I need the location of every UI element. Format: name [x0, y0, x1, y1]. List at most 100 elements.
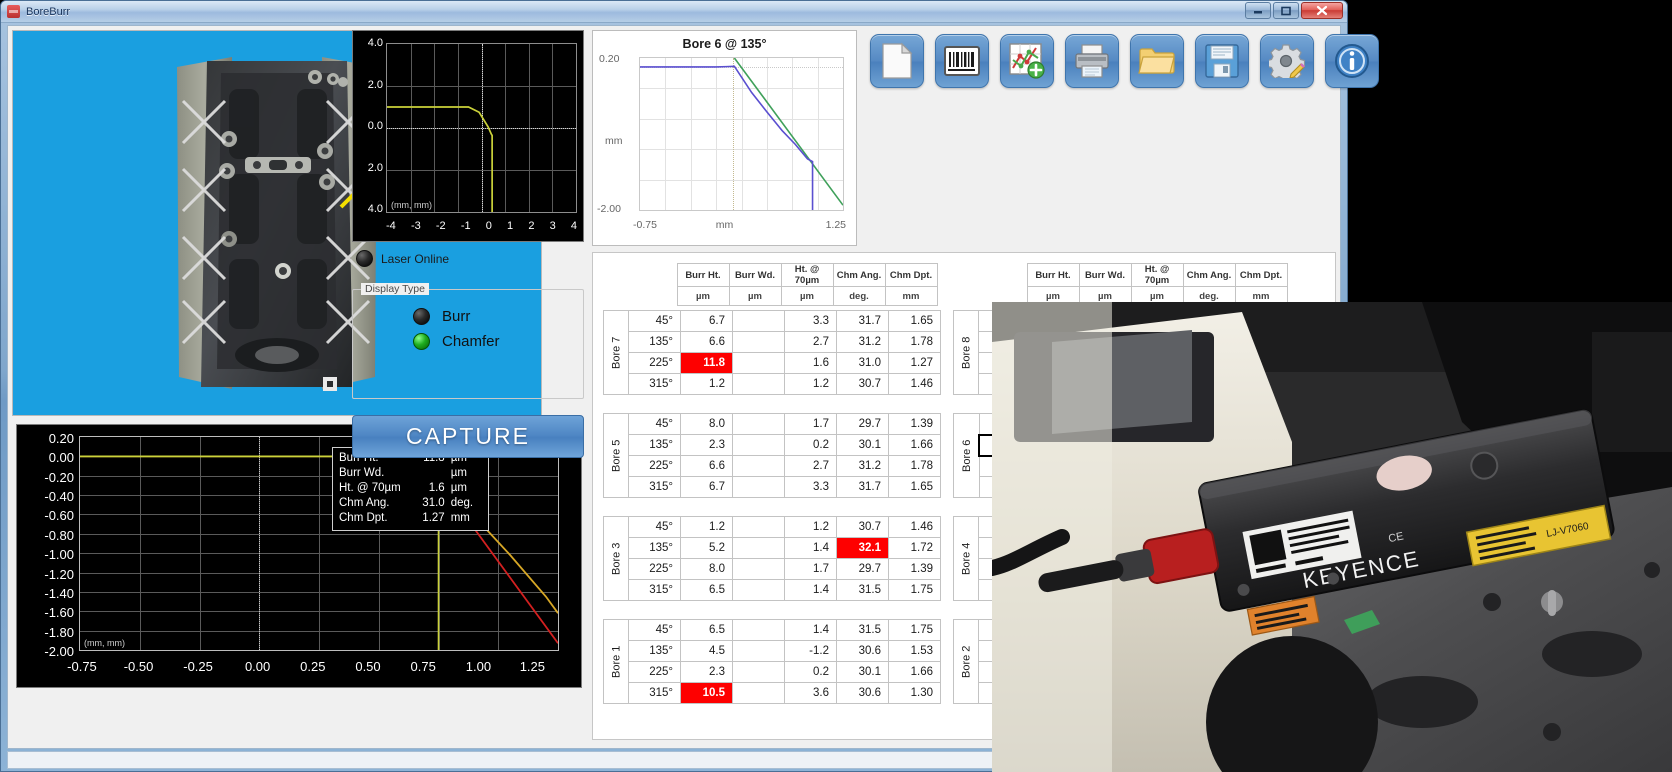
keyence-sensor-photo: CE KEYENCE LJ-V7060: [992, 302, 1672, 772]
close-button[interactable]: [1301, 2, 1343, 19]
table-row[interactable]: Bore 5 45° 8.0 1.7 29.7 1.39: [603, 413, 941, 498]
table-row[interactable]: 135° 4.5 -1.2 30.6 1.53: [604, 640, 941, 662]
value-cell: 6.7: [680, 310, 733, 332]
value-cell: 2.3: [680, 661, 733, 683]
table-row[interactable]: 315° 1.2 1.2 30.7 1.46: [604, 373, 941, 395]
x-tick: 1.25: [519, 659, 545, 674]
angle-cell: 225°: [628, 661, 681, 683]
value-cell: 30.1: [836, 434, 889, 456]
readout-unit: mm: [450, 512, 470, 524]
value-cell: [732, 640, 785, 662]
main-waveform-chart[interactable]: 0.20 0.00 -0.20 -0.40 -0.60 -0.80 -1.00 -1.20 -1…: [16, 424, 582, 688]
value-cell: 1.65: [888, 476, 941, 498]
value-cell: 1.7: [784, 413, 837, 435]
x-tick: 0.00: [244, 659, 271, 674]
info-button[interactable]: [1325, 34, 1379, 88]
value-cell: [732, 331, 785, 353]
display-type-group: Display Type Burr Chamfer: [352, 283, 584, 399]
y-tick: 0.20: [48, 431, 74, 446]
column-unit: µm: [676, 286, 730, 306]
maximize-button[interactable]: [1273, 2, 1299, 19]
laser-profile-chart[interactable]: 4.0 2.0 0.0 2.0 4.0 (mm, mm) -4 -3 -2 -1 0 1 2 3 4: [352, 30, 584, 242]
bore-label: Bore 1: [603, 619, 629, 704]
y-tick: -0.60: [44, 508, 74, 524]
bore-detail-title: Bore 6 @ 135°: [682, 37, 767, 51]
value-cell: 29.7: [836, 413, 889, 435]
chamfer-led-icon: [413, 333, 430, 350]
value-cell: 1.39: [888, 413, 941, 435]
display-type-option-burr[interactable]: Burr: [353, 304, 583, 329]
table-row[interactable]: 315° 6.5 1.4 31.5 1.75: [604, 579, 941, 601]
table-row[interactable]: 135° 2.3 0.2 30.1 1.66: [604, 434, 941, 456]
table-row[interactable]: Bore 3 45° 1.2 1.2 30.7 1.46: [603, 516, 941, 601]
display-type-option-chamfer[interactable]: Chamfer: [353, 329, 583, 354]
value-cell: 1.53: [888, 640, 941, 662]
value-cell: 1.27: [888, 352, 941, 374]
value-cell: 1.66: [888, 661, 941, 683]
minimize-button[interactable]: [1245, 2, 1271, 19]
value-cell: [732, 373, 785, 395]
bore-label: Bore 5: [603, 413, 629, 498]
y-tick: 4.0: [367, 203, 383, 215]
main-chart-y-axis: 0.20 0.00 -0.20 -0.40 -0.60 -0.80 -1.00 -1.20 -1…: [17, 431, 79, 659]
x-tick: 0: [485, 220, 492, 232]
angle-cell: 315°: [628, 373, 681, 395]
bore-table-header: Burr Ht. Burr Wd. Ht. @ 70µm Chm Ang. Chm Dp…: [603, 263, 941, 306]
readout-value: 31.0: [422, 497, 445, 509]
readout-row: Chm Dpt. 1.27 mm: [339, 511, 482, 526]
bore-group-table[interactable]: Bore 1 45° 6.5 1.4 31.5 1.75 135° 4.5 -1.2 30.6 1.…: [603, 619, 941, 704]
table-row[interactable]: 225° 11.8 1.6 31.0 1.27: [604, 352, 941, 374]
save-button[interactable]: [1195, 34, 1249, 88]
value-cell: 1.30: [888, 682, 941, 704]
table-row[interactable]: 225° 8.0 1.7 29.7 1.39: [604, 558, 941, 580]
column-header: Burr Ht.: [676, 263, 730, 287]
new-document-button[interactable]: [870, 34, 924, 88]
new-document-icon: [882, 42, 913, 79]
barcode-button[interactable]: [935, 34, 989, 88]
middle-column: 4.0 2.0 0.0 2.0 4.0 (mm, mm) -4 -3 -2 -1 0 1 2 3 4 L…: [352, 30, 584, 458]
table-row[interactable]: 225° 6.6 2.7 31.2 1.78: [604, 455, 941, 477]
x-tick: 0.25: [300, 659, 326, 674]
angle-cell: 225°: [628, 455, 681, 477]
column-header: Burr Wd.: [728, 263, 782, 287]
bore-group-table[interactable]: Bore 7 45° 6.7 3.3 31.7 1.65 135° 6.6 2.7 31.2 1.7…: [603, 310, 941, 395]
capture-button[interactable]: CAPTURE: [352, 415, 584, 458]
info-icon: [1335, 44, 1369, 78]
table-row[interactable]: Bore 1 45° 6.5 1.4 31.5 1.75: [603, 619, 941, 704]
bore-detail-plot-wrap: [639, 57, 844, 211]
settings-button[interactable]: [1260, 34, 1314, 88]
table-row[interactable]: 315° 10.5 3.6 30.6 1.30: [604, 682, 941, 704]
table-row[interactable]: 315° 6.7 3.3 31.7 1.65: [604, 476, 941, 498]
y-tick: -1.20: [44, 566, 74, 582]
bore-group-table[interactable]: Bore 5 45° 8.0 1.7 29.7 1.39 135° 2.3 0.2 30.1 1.6…: [603, 413, 941, 498]
column-header: Ht. @ 70µm: [780, 263, 834, 287]
value-cell: [732, 682, 785, 704]
bore-detail-x-label: mm: [715, 219, 734, 231]
table-row[interactable]: 135° 5.2 1.4 32.1 1.72: [604, 537, 941, 559]
bore-detail-y-max: 0.20: [599, 53, 620, 65]
table-row[interactable]: Bore 7 45° 6.7 3.3 31.7 1.65: [603, 310, 941, 395]
value-cell: 2.3: [680, 434, 733, 456]
angle-cell: 315°: [628, 476, 681, 498]
table-group-spacer: [603, 498, 941, 512]
table-row[interactable]: 225° 2.3 0.2 30.1 1.66: [604, 661, 941, 683]
laser-chart-plot: (mm, mm): [386, 43, 577, 213]
column-header: Chm Dpt.: [1234, 263, 1288, 287]
readout-row: Ht. @ 70µm 1.6 µm: [339, 481, 482, 496]
laser-chart-y-axis: 4.0 2.0 0.0 2.0 4.0: [355, 37, 383, 215]
value-cell: 31.5: [836, 619, 889, 641]
title-bar[interactable]: BoreBurr: [1, 1, 1347, 23]
value-cell: 1.4: [784, 537, 837, 559]
table-row[interactable]: 135° 6.6 2.7 31.2 1.78: [604, 331, 941, 353]
bore-group-table[interactable]: Bore 3 45° 1.2 1.2 30.7 1.46 135° 5.2 1.4 32.1 1.7…: [603, 516, 941, 601]
angle-cell: 135°: [628, 434, 681, 456]
column-header: Chm Dpt.: [884, 263, 938, 287]
value-cell: 30.6: [836, 640, 889, 662]
open-folder-button[interactable]: [1130, 34, 1184, 88]
burr-option-label: Burr: [442, 308, 471, 325]
print-button[interactable]: [1065, 34, 1119, 88]
bore-detail-panel[interactable]: Bore 6 @ 135° 0.20 mm -2.00 -0.75 mm 1.2…: [592, 30, 857, 246]
floppy-save-icon: [1205, 44, 1239, 78]
add-chart-button[interactable]: [1000, 34, 1054, 88]
value-cell: 1.65: [888, 310, 941, 332]
